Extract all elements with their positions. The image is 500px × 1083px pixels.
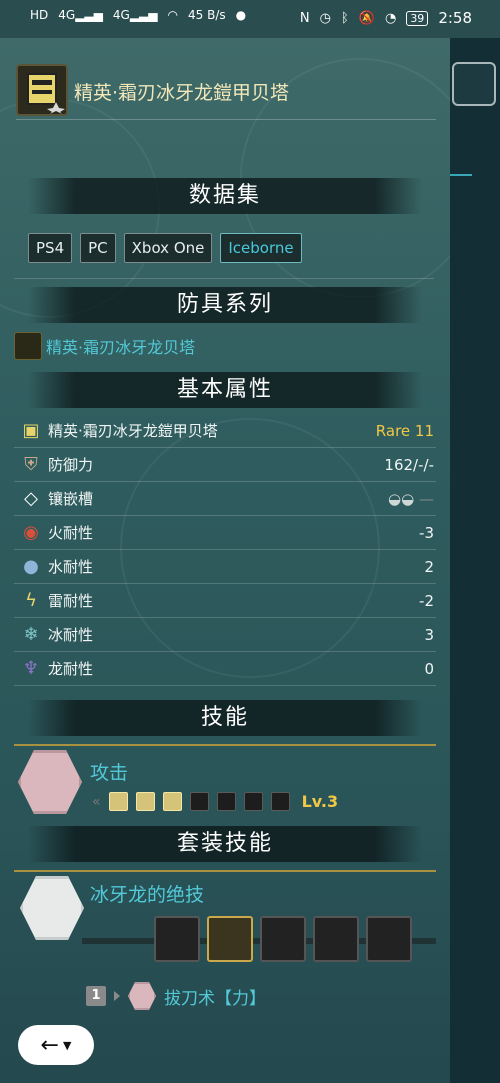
attr-row-rarity: ▣ 精英·霜刃冰牙龙鎧甲贝塔 Rare 11 (14, 414, 436, 448)
armor-chest-icon (16, 64, 68, 116)
attr-row-slots: ◇ 镶嵌槽 ◒◒ — (14, 482, 436, 516)
attr-label: 防御力 (48, 456, 94, 474)
gem-slot-icon: ◇ (24, 488, 38, 509)
set-bonus-row[interactable]: 1 拔刀术【力】 (86, 982, 266, 1010)
attr-label: 火耐性 (48, 524, 94, 542)
nfc-icon: N (299, 10, 310, 26)
set-armor-icon (20, 876, 84, 940)
status-bar: HD 4G▂▃▅ 4G▂▃▅ ◠ 45 B/s ● N ◷ ᛒ 🔕 ◔ 39 2… (0, 0, 500, 38)
attr-label: 镶嵌槽 (48, 490, 94, 508)
level-pip (135, 792, 155, 811)
divider (14, 278, 434, 279)
hd-icon: HD (30, 8, 49, 22)
skill-name: 攻击 (90, 762, 129, 784)
back-button[interactable]: ← ▼ (18, 1025, 94, 1065)
attr-value: 2 (424, 557, 434, 576)
bonus-skill-name: 拔刀术【力】 (164, 988, 266, 1009)
level-pip (162, 792, 182, 811)
slot-icons: ◒◒ — (388, 489, 434, 508)
armor-detail-panel: 精英·霜刃冰牙龙鎧甲贝塔 数据集 PS4 PC Xbox One Iceborn… (0, 38, 450, 1083)
water-drop-icon: ● (23, 556, 39, 577)
attr-label: 雷耐性 (48, 592, 94, 610)
section-base-attributes: 基本属性 (28, 372, 422, 408)
bluetooth-icon: ᛒ (340, 10, 349, 26)
legs-piece-icon[interactable] (366, 916, 412, 962)
clock: 2:58 (438, 9, 472, 27)
item-header: 精英·霜刃冰牙龙鎧甲贝塔 (16, 64, 436, 120)
section-dataset: 数据集 (28, 178, 422, 214)
mute-icon: 🔕 (358, 10, 375, 26)
signal-icon: 4G▂▃▅ (58, 8, 103, 22)
attr-row-ice: ❄ 冰耐性 3 (14, 618, 436, 652)
level-pip (270, 792, 290, 811)
skill-level-bar: « Lv.3 (92, 792, 338, 811)
dragon-icon: ♆ (22, 658, 40, 679)
level-pip (216, 792, 236, 811)
series-label: 精英·霜刃冰牙龙贝塔 (46, 338, 196, 357)
platform-chips: PS4 PC Xbox One Iceborne (28, 233, 302, 263)
wechat-icon: ● (235, 8, 247, 22)
attr-value: Rare 11 (375, 421, 434, 440)
set-skill-card[interactable]: 冰牙龙的绝技 1 拔刀术【力】 (14, 870, 436, 1010)
waist-piece-icon[interactable] (313, 916, 359, 962)
set-pieces (154, 916, 412, 962)
attr-row-thunder: ϟ 雷耐性 -2 (14, 584, 436, 618)
skill-card[interactable]: 攻击 « Lv.3 (14, 744, 436, 820)
fire-icon: ◉ (23, 522, 39, 543)
attr-row-dragon: ♆ 龙耐性 0 (14, 652, 436, 686)
attr-row-fire: ◉ 火耐性 -3 (14, 516, 436, 550)
wifi-icon: ◠ (167, 8, 178, 22)
attr-row-water: ● 水耐性 2 (14, 550, 436, 584)
section-skills: 技能 (28, 700, 422, 736)
signal-icon-2: 4G▂▃▅ (112, 8, 158, 22)
chest-piece-icon[interactable] (207, 916, 253, 962)
armor-set-icon (14, 332, 42, 360)
attr-value: -3 (419, 523, 434, 542)
background-page (450, 38, 500, 1083)
chevron-left-icon: « (92, 793, 101, 810)
alarm-icon: ◷ (319, 10, 331, 26)
helm-piece-icon[interactable] (154, 916, 200, 962)
status-right: N ◷ ᛒ 🔕 ◔ 39 2:58 (300, 9, 472, 27)
level-pip (189, 792, 209, 811)
chevron-down-icon: ▼ (62, 1038, 72, 1052)
platform-chip-pc[interactable]: PC (80, 233, 116, 263)
attr-value: -2 (419, 591, 434, 610)
attack-skill-icon (18, 750, 82, 814)
bonus-skill-icon (128, 982, 156, 1010)
speed-icon: ◔ (384, 10, 397, 26)
ice-icon: ❄ (23, 624, 39, 645)
shield-defense-icon: ⛨ (24, 454, 38, 475)
attr-row-defense: ⛨ 防御力 162/-/- (14, 448, 436, 482)
platform-chip-iceborne[interactable]: Iceborne (220, 233, 302, 263)
platform-chip-xbox[interactable]: Xbox One (123, 233, 213, 263)
skill-level-label: Lv.3 (301, 792, 339, 811)
item-title: 精英·霜刃冰牙龙鎧甲贝塔 (74, 82, 290, 104)
tab-indicator (450, 174, 472, 176)
arrow-right-icon (114, 991, 120, 1001)
level-pip (243, 792, 263, 811)
section-set-skills: 套装技能 (28, 826, 422, 862)
section-armor-series: 防具系列 (28, 287, 422, 323)
qr-code-icon[interactable] (452, 62, 496, 106)
attr-value: 0 (424, 659, 434, 678)
attr-label: 精英·霜刃冰牙龙鎧甲贝塔 (48, 422, 218, 440)
armor-chest-icon: ▣ (22, 420, 40, 441)
status-left: HD 4G▂▃▅ 4G▂▃▅ ◠ 45 B/s ● (30, 8, 246, 22)
platform-chip-ps4[interactable]: PS4 (28, 233, 73, 263)
attr-label: 龙耐性 (48, 660, 94, 678)
level-pip (108, 792, 128, 811)
battery-indicator: 39 (406, 10, 429, 26)
attr-value: 3 (424, 625, 434, 644)
set-skill-name: 冰牙龙的绝技 (90, 884, 205, 906)
net-speed: 45 B/s (188, 8, 226, 22)
bonus-count-badge: 1 (86, 986, 106, 1006)
arrow-left-icon: ← (40, 1032, 59, 1058)
series-link[interactable]: 精英·霜刃冰牙龙贝塔 (14, 330, 195, 362)
arms-piece-icon[interactable] (260, 916, 306, 962)
thunder-icon: ϟ (25, 590, 37, 611)
attr-value: 162/-/- (384, 455, 434, 474)
attr-label: 水耐性 (48, 558, 94, 576)
attr-label: 冰耐性 (48, 626, 94, 644)
